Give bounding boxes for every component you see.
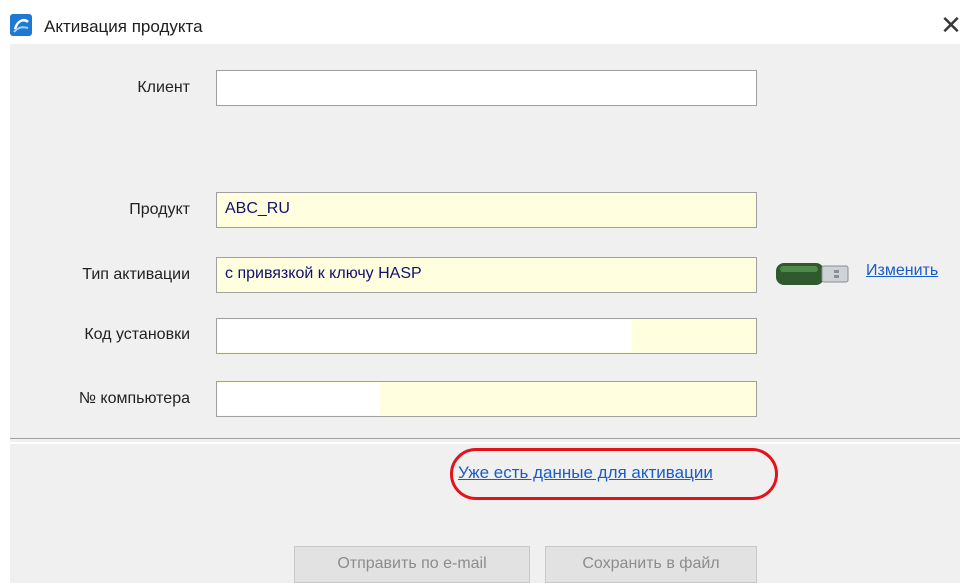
product-field[interactable]: ABC_RU	[216, 192, 757, 228]
activation-form-panel	[10, 44, 960, 583]
window-title: Активация продукта	[44, 17, 203, 36]
activation-type-field[interactable]: с привязкой к ключу HASP	[216, 257, 757, 293]
separator-highlight	[10, 442, 960, 444]
client-label: Клиент	[137, 79, 190, 96]
computer-no-field[interactable]	[216, 381, 757, 417]
change-activation-link[interactable]: Изменить	[866, 262, 938, 280]
install-code-label: Код установки	[84, 326, 190, 343]
client-field[interactable]	[216, 70, 757, 106]
product-label: Продукт	[129, 201, 190, 218]
already-have-data-link[interactable]: Уже есть данные для активации	[458, 463, 713, 483]
install-code-filled-area	[218, 320, 632, 352]
computer-no-filled-area	[218, 383, 380, 415]
usb-key-icon	[776, 263, 849, 285]
send-email-button[interactable]: Отправить по e-mail	[294, 546, 530, 583]
close-icon[interactable]: ✕	[938, 12, 960, 38]
save-file-button[interactable]: Сохранить в файл	[545, 546, 757, 583]
separator	[10, 438, 960, 439]
computer-no-label: № компьютера	[78, 390, 190, 407]
activation-type-label: Тип активации	[82, 266, 190, 283]
app-icon	[10, 14, 32, 36]
install-code-field[interactable]	[216, 318, 757, 354]
